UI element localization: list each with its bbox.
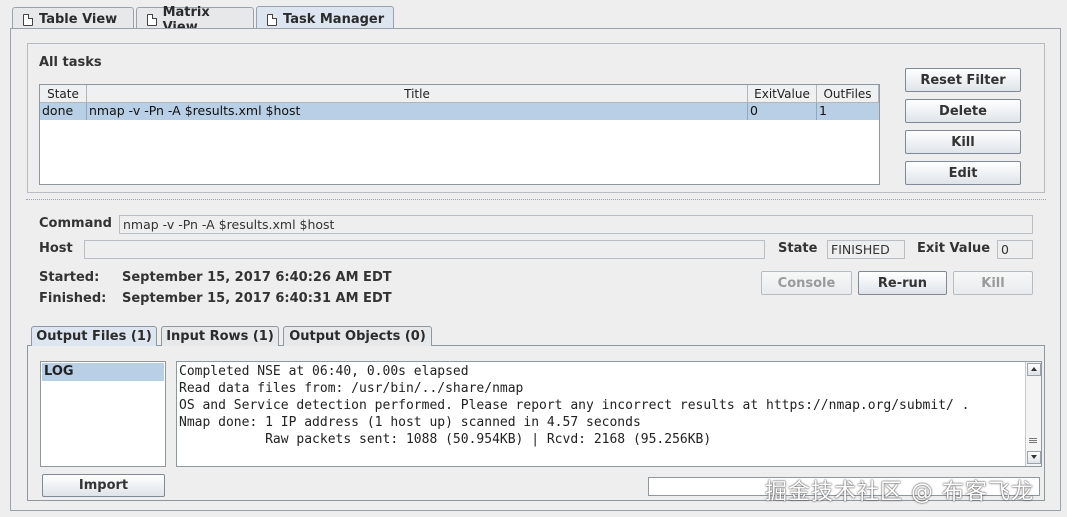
tab-matrix-view[interactable]: Matrix View (136, 5, 254, 35)
kill-task-button[interactable]: Kill (905, 130, 1021, 154)
exit-value-label: Exit Value (917, 241, 991, 256)
log-line: OS and Service detection performed. Plea… (179, 398, 970, 413)
log-line: Read data files from: /usr/bin/../share/… (179, 381, 524, 396)
console-button[interactable]: Console (761, 271, 852, 295)
scroll-grip-icon (1029, 442, 1037, 443)
column-header-state[interactable]: State (40, 85, 87, 103)
started-value: September 15, 2017 6:40:26 AM EDT (122, 270, 392, 285)
tab-output-files[interactable]: Output Files (1) (31, 326, 157, 346)
import-button[interactable]: Import (42, 474, 165, 497)
document-icon (23, 13, 33, 26)
watermark: 掘金技术社区 @ 布客飞龙 (765, 480, 1034, 505)
column-header-outfiles[interactable]: OutFiles (817, 85, 879, 103)
host-field (84, 240, 765, 259)
tab-label: Table View (39, 12, 118, 27)
scroll-grip-icon (1029, 438, 1037, 439)
cell-title: nmap -v -Pn -A $results.xml $host (87, 103, 748, 120)
tab-label: Task Manager (283, 12, 385, 27)
exit-value-field: 0 (997, 240, 1033, 259)
kill-button[interactable]: Kill (953, 271, 1033, 295)
log-line: Nmap done: 1 IP address (1 host up) scan… (179, 415, 641, 430)
cell-state: done (40, 103, 87, 120)
output-file-list[interactable]: LOG (40, 361, 166, 467)
document-icon (147, 13, 157, 26)
cell-exitvalue: 0 (748, 103, 817, 120)
list-item[interactable]: LOG (42, 363, 164, 381)
started-label: Started: (39, 270, 100, 285)
log-text-area[interactable]: Completed NSE at 06:40, 0.00s elapsed Re… (176, 361, 1042, 467)
document-icon (267, 13, 277, 26)
finished-value: September 15, 2017 6:40:31 AM EDT (122, 291, 392, 306)
rerun-button[interactable]: Re-run (858, 271, 947, 295)
tab-output-objects[interactable]: Output Objects (0) (283, 326, 432, 346)
command-field: nmap -v -Pn -A $results.xml $host (119, 215, 1033, 234)
column-header-title[interactable]: Title (87, 85, 748, 103)
finished-label: Finished: (39, 291, 107, 306)
scroll-up-button[interactable] (1027, 363, 1041, 376)
scroll-down-button[interactable] (1027, 451, 1041, 464)
cell-outfiles: 1 (819, 103, 827, 118)
reset-filter-button[interactable]: Reset Filter (905, 68, 1021, 92)
edit-button[interactable]: Edit (905, 161, 1021, 185)
state-field: FINISHED (827, 240, 905, 259)
all-tasks-title: All tasks (39, 55, 102, 70)
scroll-grip-icon (1029, 440, 1037, 441)
log-line: Raw packets sent: 1088 (50.954KB) | Rcvd… (179, 432, 712, 447)
tab-table-view[interactable]: Table View (12, 7, 134, 29)
vertical-scrollbar[interactable] (1025, 362, 1041, 466)
tab-task-manager[interactable]: Task Manager (256, 6, 394, 30)
column-header-exitvalue[interactable]: ExitValue (748, 85, 817, 103)
table-row[interactable]: done nmap -v -Pn -A $results.xml $host 0… (40, 103, 879, 120)
split-pane-divider[interactable] (26, 199, 1046, 202)
command-label: Command (39, 216, 112, 231)
tasks-table[interactable]: State Title ExitValue OutFiles done nmap… (39, 84, 880, 185)
host-label: Host (39, 241, 73, 256)
arrow-up-icon (1031, 367, 1037, 371)
log-line: Completed NSE at 06:40, 0.00s elapsed (179, 364, 469, 379)
state-label: State (778, 241, 818, 256)
tab-input-rows[interactable]: Input Rows (1) (161, 326, 279, 346)
delete-button[interactable]: Delete (905, 99, 1021, 123)
arrow-down-icon (1031, 455, 1037, 459)
